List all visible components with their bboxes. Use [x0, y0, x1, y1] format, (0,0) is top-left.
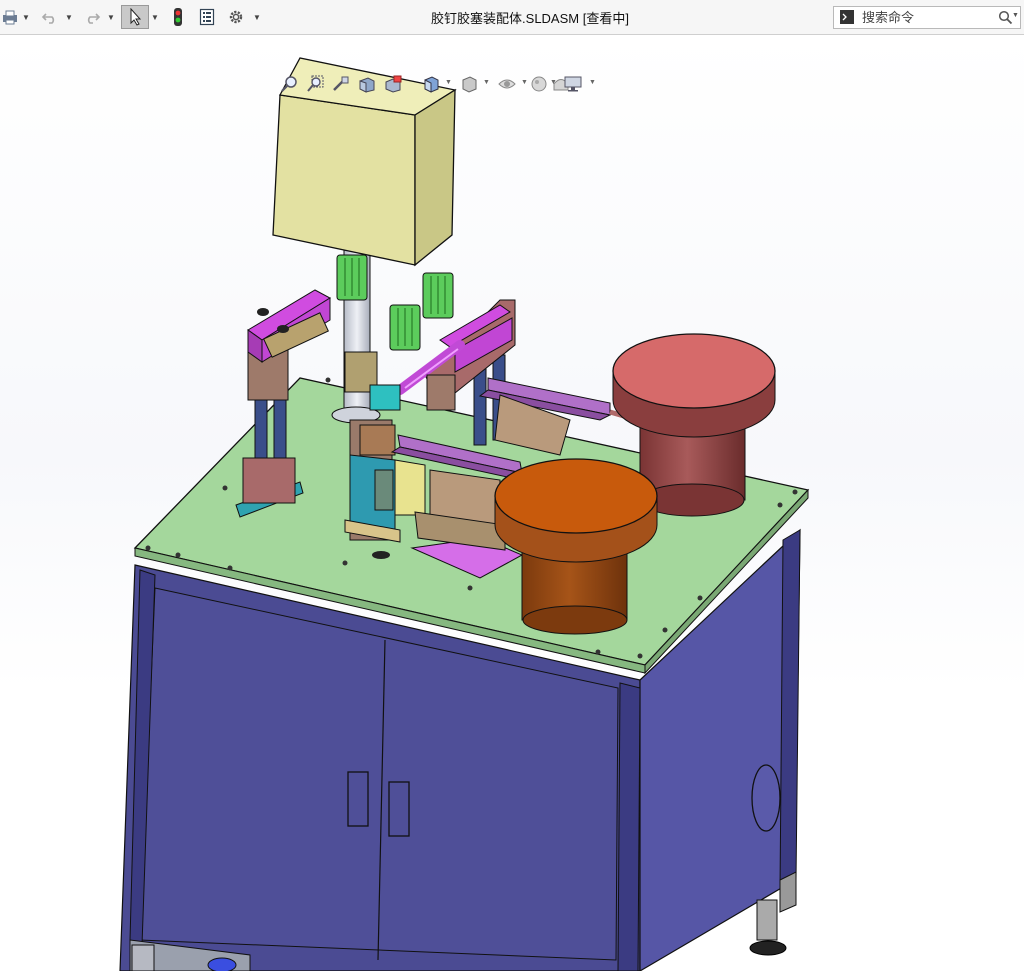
redo-button[interactable] — [80, 5, 104, 29]
display-style-button[interactable] — [458, 73, 480, 95]
assembly-model — [119, 57, 810, 971]
search-input[interactable] — [860, 8, 994, 27]
zoom-to-area-button[interactable] — [304, 73, 326, 95]
scene-dropdown[interactable]: ▼ — [550, 79, 557, 86]
cursor-arrow-icon — [130, 8, 142, 26]
search-dropdown[interactable]: ▼ — [1012, 12, 1019, 19]
dynamic-annotation-icon — [385, 75, 402, 93]
zoom-to-fit-button[interactable] — [278, 73, 300, 95]
undo-icon — [41, 13, 55, 24]
select-dropdown[interactable]: ▼ — [150, 5, 160, 29]
view-orientation-icon — [424, 76, 439, 93]
hide-show-items-button[interactable] — [496, 73, 518, 95]
redo-dropdown[interactable]: ▼ — [106, 5, 116, 29]
search-icon[interactable] — [998, 10, 1013, 25]
zoom-to-area-icon — [307, 75, 324, 92]
printer-icon — [3, 10, 17, 25]
display-style-icon — [462, 76, 477, 93]
zoom-to-fit-icon — [281, 76, 297, 92]
rebuild-button[interactable] — [168, 5, 188, 29]
print-dropdown[interactable]: ▼ — [21, 5, 31, 29]
redo-icon — [87, 13, 101, 24]
view-settings-dropdown[interactable]: ▼ — [589, 79, 596, 86]
dynamic-annotation-button[interactable] — [382, 73, 404, 95]
graphics-area[interactable]: ▼ ▼ ▼ ▼ ▼ — [0, 35, 1024, 971]
title-bar: ▼ ▼ ▼ ▼ ▼ 胶钉胶塞装配体.SLDASM [查看中] 搜索命令 ▼ — [0, 0, 1024, 35]
view-orientation-dropdown[interactable]: ▼ — [445, 79, 452, 86]
previous-view-button[interactable] — [330, 73, 352, 95]
file-properties-button[interactable] — [197, 5, 217, 29]
print-button[interactable] — [0, 5, 20, 29]
edit-appearance-button[interactable] — [528, 73, 550, 95]
gear-icon — [229, 10, 243, 24]
monitor-icon — [564, 76, 582, 92]
options-dropdown[interactable]: ▼ — [252, 5, 262, 29]
properties-icon — [199, 8, 215, 26]
document-title: 胶钉胶塞装配体.SLDASM [查看中] — [431, 11, 629, 26]
search-box[interactable]: ▼ — [833, 6, 1021, 29]
display-style-dropdown[interactable]: ▼ — [483, 79, 490, 86]
solidworks-window: ▼ ▼ ▼ ▼ ▼ 胶钉胶塞装配体.SLDASM [查看中] 搜索命令 ▼ ▼ … — [0, 0, 1024, 971]
traffic-light-icon — [174, 8, 182, 26]
options-button[interactable] — [226, 5, 246, 29]
section-view-icon — [359, 77, 375, 93]
select-button[interactable] — [121, 5, 149, 29]
undo-button[interactable] — [38, 5, 62, 29]
undo-dropdown[interactable]: ▼ — [64, 5, 74, 29]
view-settings-monitor-button[interactable] — [562, 73, 584, 95]
previous-view-icon — [333, 76, 349, 91]
hide-show-items-icon — [498, 79, 516, 89]
view-orientation-button[interactable] — [420, 73, 442, 95]
edit-appearance-icon — [531, 76, 547, 92]
vent-port — [751, 764, 781, 832]
hide-show-dropdown[interactable]: ▼ — [521, 79, 528, 86]
command-prompt-icon — [840, 10, 854, 24]
section-view-button[interactable] — [356, 73, 378, 95]
